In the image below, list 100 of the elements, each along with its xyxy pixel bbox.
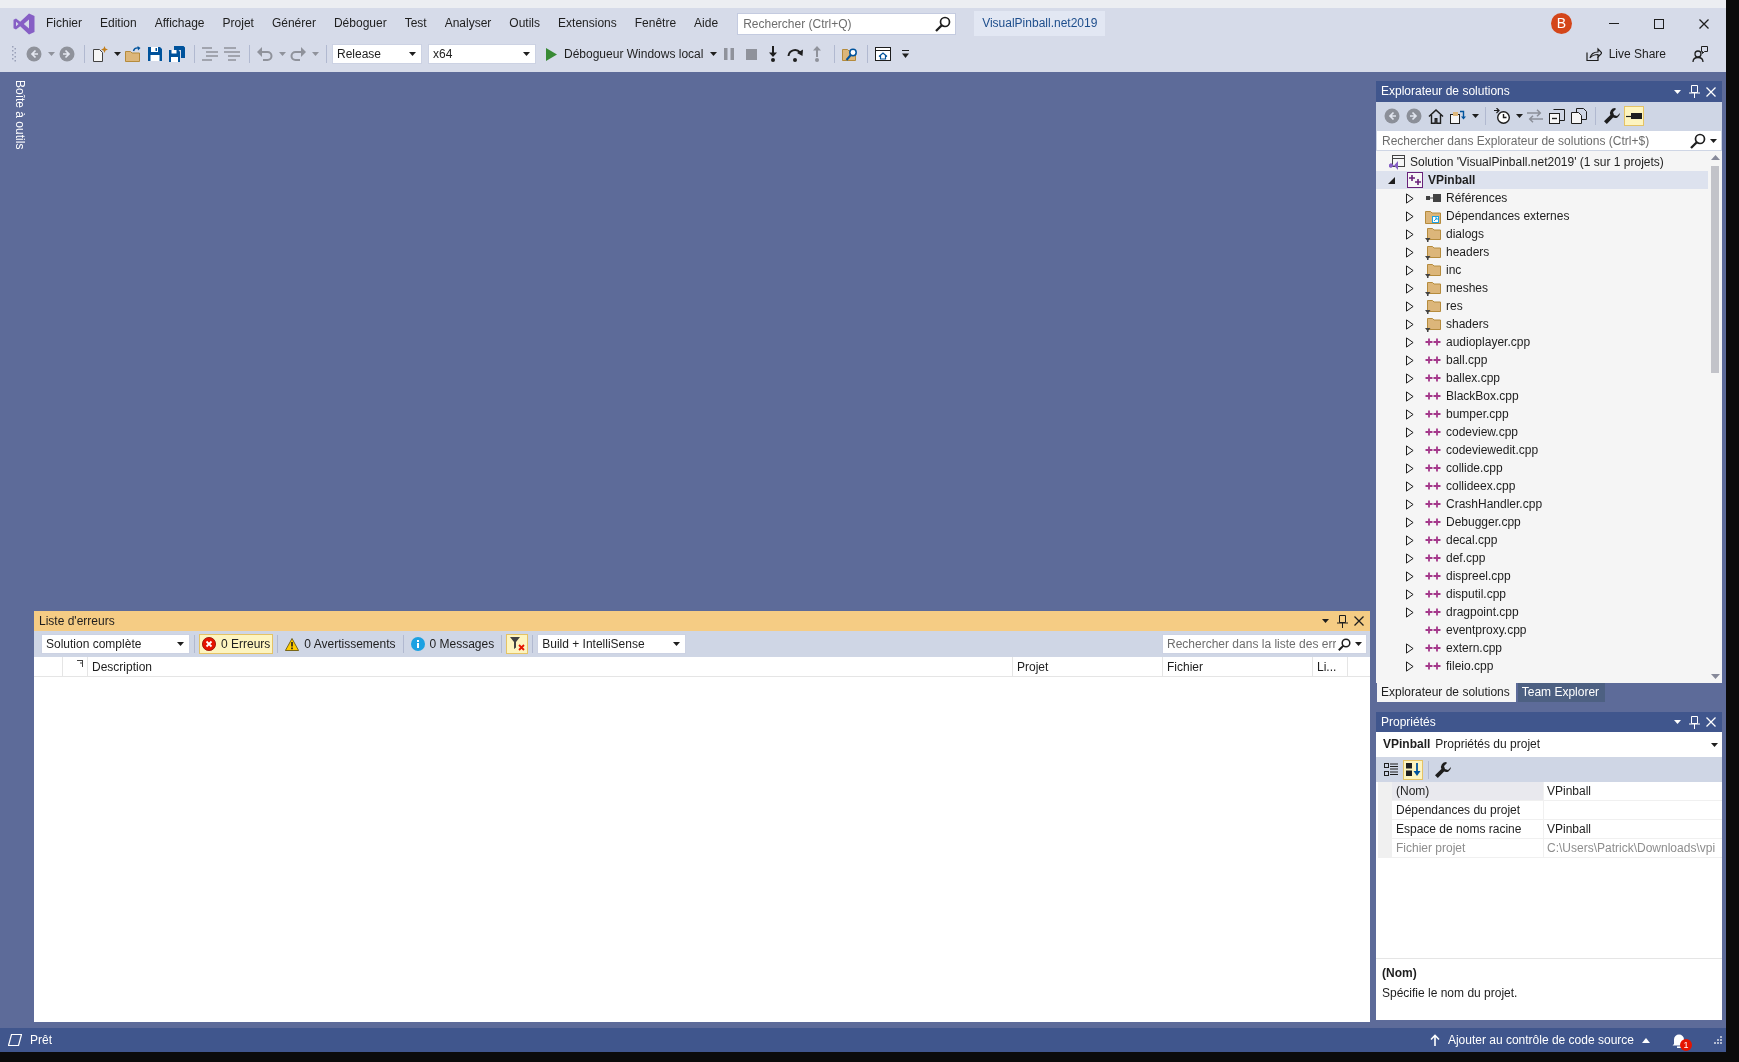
home-button[interactable] [1426,106,1446,126]
open-button[interactable] [123,44,143,64]
collapsed-triangle-icon[interactable] [1406,570,1414,582]
pending-button[interactable] [1492,106,1512,126]
tree-item[interactable]: audioplayer.cpp [1376,333,1708,351]
live-share-button[interactable]: Live Share [1581,43,1670,65]
menu-item[interactable]: Aide [685,13,728,34]
scrollbar-thumb[interactable] [1711,166,1719,373]
show-all-files-button[interactable] [1569,106,1589,126]
collapsed-triangle-icon[interactable] [1406,408,1414,420]
warnings-filter-button[interactable]: 0 Avertissements [282,634,399,654]
preview-button[interactable] [1624,106,1644,126]
collapsed-triangle-icon[interactable] [1406,282,1414,294]
scope-dropdown[interactable]: Solution complète [41,634,190,654]
collapsed-triangle-icon[interactable] [1406,426,1414,438]
collapsed-triangle-icon[interactable] [1406,660,1414,672]
new-project-button[interactable] [90,44,110,64]
source-control-button[interactable]: Ajouter au contrôle de code source [1427,1030,1652,1050]
tree-item[interactable]: Solution 'VisualPinball.net2019' (1 sur 1 projets) [1376,153,1708,171]
tree-item[interactable]: dragpoint.cpp [1376,603,1708,621]
collapsed-triangle-icon[interactable] [1406,390,1414,402]
collapsed-triangle-icon[interactable] [1406,372,1414,384]
account-avatar[interactable]: B [1551,13,1572,34]
configuration-dropdown[interactable]: Release [332,44,422,64]
menu-item[interactable]: Déboguer [324,13,396,34]
collapsed-triangle-icon[interactable] [1406,300,1414,312]
collapsed-triangle-icon[interactable] [1406,516,1414,528]
tree-item[interactable]: dispreel.cpp [1376,567,1708,585]
tree-item[interactable]: collide.cpp [1376,459,1708,477]
collapsed-triangle-icon[interactable] [1406,444,1414,456]
properties-button[interactable] [1602,106,1622,126]
platform-dropdown[interactable]: x64 [428,44,536,64]
tree-item[interactable]: meshes [1376,279,1708,297]
collapsed-triangle-icon[interactable] [1406,588,1414,600]
tree-item[interactable]: fileio.cpp [1376,657,1708,675]
collapsed-triangle-icon[interactable] [1406,336,1414,348]
collapsed-triangle-icon[interactable] [1406,642,1414,654]
tree-item[interactable]: eventproxy.cpp [1376,621,1708,639]
pin-button[interactable] [1686,714,1702,730]
menu-item[interactable]: Edition [91,13,146,34]
alphabetical-button[interactable] [1403,759,1423,780]
messages-filter-button[interactable]: 0 Messages [407,634,498,654]
collapsed-triangle-icon[interactable] [1406,462,1414,474]
menu-item[interactable]: Projet [213,13,263,34]
tree-item[interactable]: disputil.cpp [1376,585,1708,603]
tree-item[interactable]: codeviewedit.cpp [1376,441,1708,459]
menu-item[interactable]: Test [395,13,436,34]
collapsed-triangle-icon[interactable] [1406,480,1414,492]
menu-item[interactable]: Extensions [549,13,626,34]
pin-button[interactable] [1334,613,1350,629]
collapsed-triangle-icon[interactable] [1406,228,1414,240]
menu-item[interactable]: Fenêtre [625,13,686,34]
notifications-button[interactable]: 1 [1672,1030,1690,1050]
menu-item[interactable]: Générer [262,13,325,34]
tree-item[interactable]: def.cpp [1376,549,1708,567]
collapsed-triangle-icon[interactable] [1406,318,1414,330]
menu-item[interactable]: Analyser [435,13,501,34]
collapsed-triangle-icon[interactable] [1406,534,1414,546]
search-field[interactable]: Rechercher (Ctrl+Q) [737,12,957,35]
collapsed-triangle-icon[interactable] [1406,264,1414,276]
tree-item[interactable]: shaders [1376,315,1708,333]
errors-filter-button[interactable]: 0 Erreurs [199,634,274,654]
menu-item[interactable]: Outils [500,13,550,34]
panel-tab[interactable]: Explorateur de solutions [1377,683,1516,702]
tree-item[interactable]: CrashHandler.cpp [1376,495,1708,513]
collapsed-triangle-icon[interactable] [1406,606,1414,618]
tree-item[interactable]: headers [1376,243,1708,261]
collapsed-triangle-icon[interactable] [1406,552,1414,564]
collapse-all-button[interactable] [1547,106,1567,126]
tree-item[interactable]: VPinball [1376,171,1708,189]
menu-item[interactable]: Fichier [37,13,91,34]
tree-item[interactable]: ball.cpp [1376,351,1708,369]
column-header[interactable]: Li... [1313,657,1348,676]
column-header[interactable]: Fichier [1163,657,1313,676]
panel-tab[interactable]: Team Explorer [1517,683,1606,702]
tree-item[interactable]: extern.cpp [1376,639,1708,657]
tree-item[interactable]: ballex.cpp [1376,369,1708,387]
tree-item[interactable]: codeview.cpp [1376,423,1708,441]
collapsed-triangle-icon[interactable] [1406,210,1414,222]
tree-item[interactable]: BlackBox.cpp [1376,387,1708,405]
expanded-triangle-icon[interactable] [1388,176,1395,184]
start-debugging-button[interactable]: Débogueur Windows local [544,44,707,64]
collapsed-triangle-icon[interactable] [1406,192,1414,204]
object-dropdown[interactable]: VPinball Propriétés du projet [1376,732,1722,757]
search-field[interactable]: Rechercher dans Explorateur de solutions (Ctrl+$) [1376,130,1722,151]
property-pages-button[interactable] [1433,759,1453,780]
tree-item[interactable]: collideex.cpp [1376,477,1708,495]
save-all-button[interactable] [167,44,187,64]
screen-button[interactable] [873,44,894,64]
tree-item[interactable]: dialogs [1376,225,1708,243]
tree-item[interactable]: Debugger.cpp [1376,513,1708,531]
feedback-button[interactable] [1690,44,1710,64]
menu-item[interactable]: Affichage [145,13,214,34]
search-field[interactable]: Rechercher dans la liste des err [1162,634,1367,654]
filter-toggle-button[interactable] [506,634,529,654]
tree-item[interactable]: inc [1376,261,1708,279]
save-button[interactable] [145,44,165,64]
pin-button[interactable] [1686,83,1702,100]
tree-item[interactable]: Références [1376,189,1708,207]
collapsed-triangle-icon[interactable] [1406,498,1414,510]
